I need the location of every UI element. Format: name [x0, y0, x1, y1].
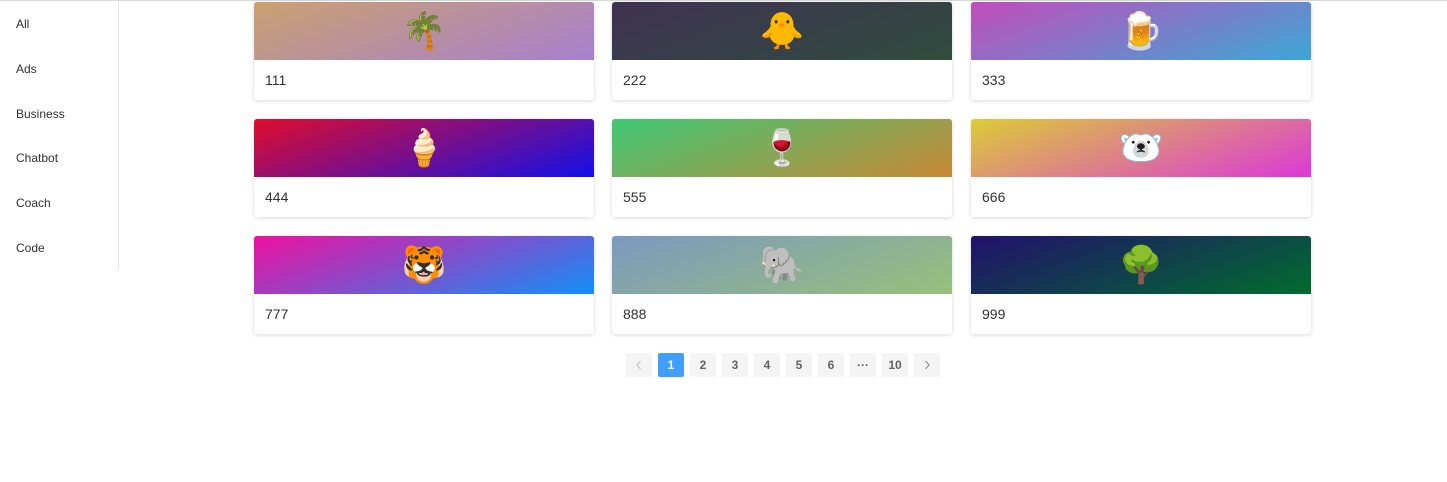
card-label: 111 — [265, 72, 287, 88]
polar-bear-icon: 🐻‍❄️ — [1118, 127, 1164, 168]
card-banner: 🐯 — [254, 236, 594, 294]
card-banner: 🍦 — [254, 119, 594, 177]
sidebar-item-chatbot[interactable]: Chatbot — [16, 151, 58, 165]
tree-icon: 🌳 — [1118, 244, 1164, 285]
page-button-5[interactable]: 5 — [786, 353, 812, 377]
beer-mug-icon: 🍺 — [1118, 10, 1164, 51]
card[interactable]: 🍦 444 — [254, 119, 594, 217]
card-label: 666 — [982, 189, 1006, 205]
page-button-6[interactable]: 6 — [818, 353, 844, 377]
card-label: 333 — [982, 72, 1006, 88]
card[interactable]: 🌳 999 — [971, 236, 1311, 334]
card[interactable]: 🍺 333 — [971, 2, 1311, 100]
card[interactable]: 🐘 888 — [612, 236, 952, 334]
card-label: 999 — [982, 306, 1006, 322]
card-banner: 🐻‍❄️ — [971, 119, 1311, 177]
sidebar-item-business[interactable]: Business — [16, 107, 65, 121]
sidebar-item-coach[interactable]: Coach — [16, 196, 51, 210]
more-pages-button[interactable]: ··· — [850, 353, 876, 377]
card-banner: 🌳 — [971, 236, 1311, 294]
baby-chick-icon: 🐥 — [759, 10, 805, 51]
card-label: 444 — [265, 189, 289, 205]
page-button-4[interactable]: 4 — [754, 353, 780, 377]
chevron-right-icon — [925, 360, 930, 370]
card-label: 777 — [265, 306, 289, 322]
palm-tree-icon: 🌴 — [401, 10, 447, 51]
category-sidebar: All Ads Business Chatbot Coach Code — [0, 1, 119, 270]
sidebar-item-ads[interactable]: Ads — [16, 62, 37, 76]
card[interactable]: 🐯 777 — [254, 236, 594, 334]
card-banner: 🍷 — [612, 119, 952, 177]
card-label: 222 — [623, 72, 647, 88]
chevron-left-icon — [636, 360, 641, 370]
card-label: 888 — [623, 306, 647, 322]
card[interactable]: 🐥 222 — [612, 2, 952, 100]
card-banner: 🍺 — [971, 2, 1311, 60]
card-banner: 🌴 — [254, 2, 594, 60]
sidebar-item-code[interactable]: Code — [16, 241, 45, 255]
sidebar-item-all[interactable]: All — [16, 17, 29, 31]
card-label: 555 — [623, 189, 647, 205]
wine-glass-icon: 🍷 — [759, 127, 805, 168]
card[interactable]: 🍷 555 — [612, 119, 952, 217]
elephant-icon: 🐘 — [759, 244, 805, 285]
page-button-2[interactable]: 2 — [690, 353, 716, 377]
card[interactable]: 🐻‍❄️ 666 — [971, 119, 1311, 217]
top-divider — [0, 0, 1447, 1]
page-button-10[interactable]: 10 — [882, 353, 908, 377]
page-button-1[interactable]: 1 — [658, 353, 684, 377]
ice-cream-icon: 🍦 — [401, 127, 447, 168]
card-banner: 🐘 — [612, 236, 952, 294]
next-page-button[interactable] — [914, 353, 940, 377]
card-banner: 🐥 — [612, 2, 952, 60]
tiger-icon: 🐯 — [401, 244, 447, 285]
prev-page-button[interactable] — [626, 353, 652, 377]
page-button-3[interactable]: 3 — [722, 353, 748, 377]
card[interactable]: 🌴 111 — [254, 2, 594, 100]
